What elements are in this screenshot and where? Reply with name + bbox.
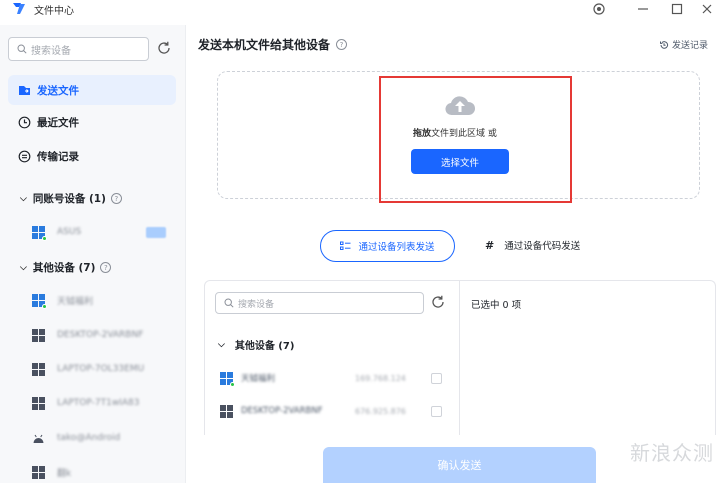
drop-hint: 拖放文件到此区域 或: [413, 126, 497, 139]
sidebar-item-label: 发送文件: [37, 84, 79, 97]
cloud-upload-icon: [445, 96, 476, 116]
windows-icon: [32, 362, 45, 376]
page-title-text: 发送本机文件给其他设备: [198, 38, 331, 52]
page-title: 发送本机文件给其他设备 ?: [198, 36, 348, 53]
refresh-icon[interactable]: [430, 294, 448, 312]
device-checkbox[interactable]: [431, 405, 442, 417]
device-badge: [146, 227, 166, 238]
sidebar-search-input[interactable]: 搜索设备: [8, 37, 149, 61]
windows-icon: [220, 371, 235, 387]
panel-device-row[interactable]: DESKTOP-2VARBNF 676.925.876: [220, 402, 445, 420]
device-name: 翻k: [57, 468, 72, 479]
tab-device-list[interactable]: 通过设备列表发送: [320, 230, 455, 262]
sidebar-search-placeholder: 搜索设备: [31, 45, 71, 57]
windows-icon: [32, 225, 47, 241]
sidebar-device-item[interactable]: LAPTOP-7T1wIA83: [32, 393, 172, 413]
group-label: 其他设备 (7): [234, 341, 295, 352]
sidebar-item-recent-files[interactable]: 最近文件: [8, 107, 176, 137]
panel-group-other-devices[interactable]: ⌵ 其他设备 (7): [218, 337, 295, 353]
chevron-down-icon: ⌵: [20, 193, 27, 204]
windows-icon: [32, 293, 47, 309]
selected-count: 已选中 0 项: [471, 300, 522, 311]
device-name: DESKTOP-2VARBNF: [241, 406, 323, 416]
history-icon: [660, 40, 669, 49]
windows-icon: [32, 328, 45, 342]
group-same-account[interactable]: ⌵ 同账号设备 (1) ?: [20, 191, 122, 206]
chevron-down-icon: ⌵: [218, 339, 225, 350]
help-icon[interactable]: ?: [110, 193, 122, 204]
device-ip: 676.925.876: [355, 406, 406, 416]
send-history-label: 发送记录: [672, 41, 709, 51]
send-file-icon: [17, 83, 31, 97]
transfer-icon: [17, 149, 31, 163]
panel-device-row[interactable]: 天钺福利 169.768.124: [220, 369, 445, 387]
tab-label: 通过设备代码发送: [504, 241, 581, 252]
sidebar-device-item[interactable]: LAPTOP-7OL33EMU: [32, 359, 172, 379]
device-name: LAPTOP-7OL33EMU: [57, 364, 145, 374]
maximize-icon[interactable]: [664, 0, 690, 18]
sidebar-device-item[interactable]: tako@Android: [32, 428, 172, 448]
device-name: ASUS: [57, 227, 82, 237]
close-icon[interactable]: [694, 0, 720, 18]
sidebar-device-item[interactable]: 天钺福利: [32, 290, 172, 310]
device-name: 天钺福利: [57, 296, 94, 307]
sidebar-device-item[interactable]: 翻k: [32, 462, 172, 482]
window-title: 文件中心: [34, 6, 74, 17]
minimize-icon[interactable]: [630, 0, 656, 18]
windows-icon: [220, 404, 233, 418]
help-icon[interactable]: ?: [100, 262, 112, 273]
device-checkbox[interactable]: [431, 372, 442, 384]
sidebar-item-send-file[interactable]: 发送文件: [8, 75, 176, 105]
sidebar-item-label: 最近文件: [37, 116, 79, 129]
refresh-icon[interactable]: [156, 40, 174, 58]
sidebar-item-label: 传输记录: [37, 150, 79, 163]
watermark: 新浪众测: [630, 441, 714, 465]
windows-icon: [32, 396, 45, 410]
send-history-link[interactable]: 发送记录: [659, 38, 708, 51]
sidebar: 搜索设备 发送文件 最近文件 传输记录 ⌵ 同账号设备 (1) ? ASUS ⌵…: [0, 25, 186, 483]
hash-icon: #: [485, 238, 495, 252]
target-icon[interactable]: [586, 0, 612, 18]
android-icon: [33, 434, 44, 443]
windows-icon: [32, 465, 45, 479]
sidebar-device-item[interactable]: ASUS: [32, 222, 172, 242]
chevron-down-icon: ⌵: [20, 262, 27, 273]
search-icon: [17, 44, 27, 54]
panel-divider: [459, 281, 460, 435]
drop-hint-text: 文件到此区域 或: [431, 129, 497, 139]
drop-hint-bold: 拖放: [413, 129, 432, 139]
choose-file-button[interactable]: 选择文件: [411, 149, 509, 174]
sidebar-device-item[interactable]: DESKTOP-2VARBNF: [32, 325, 172, 345]
sidebar-item-transfer-history[interactable]: 传输记录: [8, 141, 176, 171]
list-icon: [340, 241, 351, 251]
title-bar: 文件中心: [0, 0, 720, 18]
device-name: 天钺福利: [241, 374, 276, 384]
search-icon: [224, 298, 234, 308]
device-name: tako@Android: [57, 433, 121, 443]
group-other-devices[interactable]: ⌵ 其他设备 (7) ?: [20, 260, 112, 275]
device-name: LAPTOP-7T1wIA83: [57, 398, 140, 408]
panel-search-input[interactable]: 搜索设备: [215, 292, 424, 314]
tab-label: 通过设备列表发送: [358, 242, 435, 253]
device-name: DESKTOP-2VARBNF: [57, 330, 144, 340]
device-ip: 169.768.124: [355, 373, 406, 383]
confirm-send-button[interactable]: 确认发送: [323, 447, 596, 483]
app-logo-icon: [13, 3, 25, 14]
tab-device-code[interactable]: # 通过设备代码发送: [485, 238, 581, 253]
panel-search-placeholder: 搜索设备: [238, 299, 275, 310]
group-label: 同账号设备 (1): [32, 193, 106, 205]
group-label: 其他设备 (7): [32, 262, 96, 274]
help-icon[interactable]: ?: [336, 39, 348, 50]
clock-icon: [17, 115, 31, 129]
